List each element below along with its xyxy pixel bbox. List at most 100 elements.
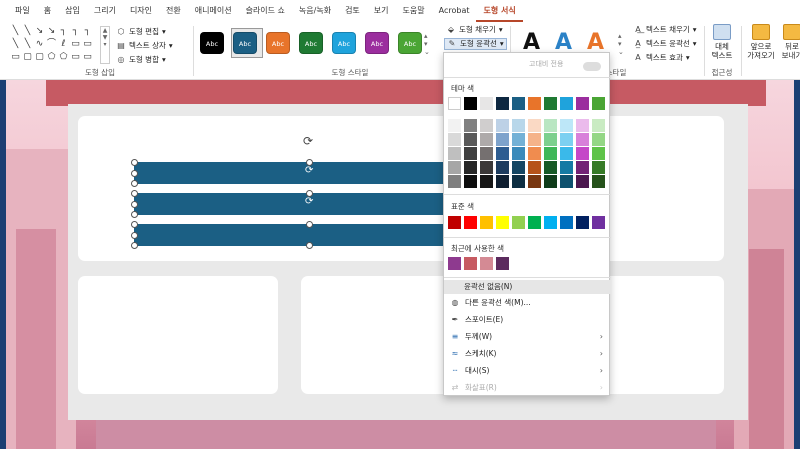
theme-tint-swatch[interactable] xyxy=(448,133,461,146)
theme-tint-swatch[interactable] xyxy=(496,119,509,132)
rectangle-shape-icon[interactable]: ▭ xyxy=(70,39,81,49)
recent-color-swatch[interactable] xyxy=(464,257,477,270)
theme-tint-swatch[interactable] xyxy=(528,147,541,160)
rectangle-shape-icon[interactable]: ▭ xyxy=(82,52,93,62)
theme-tint-swatch[interactable] xyxy=(544,175,557,188)
theme-tint-swatch[interactable] xyxy=(592,147,605,160)
line-shape-icon[interactable]: ╲ xyxy=(22,39,33,49)
rounded-rect-shape-icon[interactable]: ▢ xyxy=(34,52,45,62)
theme-tint-swatch[interactable] xyxy=(576,119,589,132)
connector-shape-icon[interactable]: ┐ xyxy=(82,26,93,36)
theme-tint-swatch[interactable] xyxy=(576,175,589,188)
resize-handle[interactable] xyxy=(131,211,138,218)
theme-tint-swatch[interactable] xyxy=(528,161,541,174)
theme-tint-swatch[interactable] xyxy=(464,161,477,174)
no-outline-item[interactable]: 윤곽선 없음(N) xyxy=(444,280,611,294)
tab-10[interactable]: 보기 xyxy=(367,0,396,22)
theme-tint-swatch[interactable] xyxy=(480,147,493,160)
shape-style-preset[interactable]: Abc xyxy=(233,32,257,54)
theme-tint-swatch[interactable] xyxy=(480,119,493,132)
bring-forward-button[interactable]: 앞으로 가져오기 xyxy=(746,24,776,60)
standard-color-swatch[interactable] xyxy=(480,216,493,229)
tab-7[interactable]: 슬라이드 쇼 xyxy=(239,0,292,22)
curve-shape-icon[interactable]: ∿ xyxy=(34,39,45,49)
dashes-item[interactable]: ┄ 대시(S) › xyxy=(450,364,605,378)
resize-handle[interactable] xyxy=(131,170,138,177)
theme-tint-swatch[interactable] xyxy=(448,175,461,188)
text-outline-button[interactable]: A̲ 텍스트 윤곽선 ▾ xyxy=(633,38,696,50)
standard-color-swatch[interactable] xyxy=(544,216,557,229)
theme-tint-swatch[interactable] xyxy=(464,147,477,160)
theme-tint-swatch[interactable] xyxy=(496,175,509,188)
recent-color-swatch[interactable] xyxy=(480,257,493,270)
standard-color-swatch[interactable] xyxy=(592,216,605,229)
resize-handle[interactable] xyxy=(131,232,138,239)
theme-tint-swatch[interactable] xyxy=(512,147,525,160)
shapes-gallery[interactable]: ╲ ╲ ↘ ↘ ┐ ┐ ┐ ╲ ╲ ∿ ⌒ ℓ ▭ ▭ ▭ ▢ ▢ ⬠ ⬠ ▭ … xyxy=(10,26,98,66)
theme-color-swatch[interactable] xyxy=(480,97,493,110)
theme-tint-swatch[interactable] xyxy=(560,133,573,146)
theme-tint-swatch[interactable] xyxy=(480,161,493,174)
tab-12[interactable]: Acrobat xyxy=(432,0,477,22)
theme-tint-swatch[interactable] xyxy=(544,147,557,160)
tab-13[interactable]: 도형 서식 xyxy=(476,0,523,22)
theme-tint-swatch[interactable] xyxy=(560,175,573,188)
arrow-shape-icon[interactable]: ↘ xyxy=(34,26,45,36)
rotate-handle-icon[interactable]: ⟳ xyxy=(305,196,313,207)
recent-color-swatch[interactable] xyxy=(448,257,461,270)
standard-color-swatch[interactable] xyxy=(576,216,589,229)
selected-bar-shape[interactable] xyxy=(134,224,446,246)
rotate-handle-icon[interactable]: ⟳ xyxy=(303,134,313,148)
rotate-handle-icon[interactable]: ⟳ xyxy=(305,165,313,176)
theme-color-swatch[interactable] xyxy=(496,97,509,110)
theme-tint-swatch[interactable] xyxy=(448,119,461,132)
arrow-shape-icon[interactable]: ↘ xyxy=(46,26,57,36)
standard-color-swatch[interactable] xyxy=(512,216,525,229)
theme-tint-swatch[interactable] xyxy=(512,133,525,146)
theme-tint-swatch[interactable] xyxy=(464,175,477,188)
theme-tint-swatch[interactable] xyxy=(544,161,557,174)
standard-color-swatch[interactable] xyxy=(560,216,573,229)
resize-handle[interactable] xyxy=(131,159,138,166)
text-effects-button[interactable]: A 텍스트 효과 ▾ xyxy=(633,52,689,64)
theme-tint-swatch[interactable] xyxy=(592,175,605,188)
theme-tint-swatch[interactable] xyxy=(448,161,461,174)
theme-tint-swatch[interactable] xyxy=(576,147,589,160)
resize-handle[interactable] xyxy=(306,221,313,228)
theme-tint-swatch[interactable] xyxy=(496,161,509,174)
tab-6[interactable]: 애니메이션 xyxy=(188,0,239,22)
weight-item[interactable]: ≡ 두께(W) › xyxy=(450,330,605,344)
theme-tint-swatch[interactable] xyxy=(544,133,557,146)
tab-3[interactable]: 그리기 xyxy=(87,0,123,22)
theme-tint-swatch[interactable] xyxy=(512,119,525,132)
shape-fill-button[interactable]: ⬙ 도형 채우기 ▾ xyxy=(446,24,503,36)
theme-tint-swatch[interactable] xyxy=(528,175,541,188)
theme-tint-swatch[interactable] xyxy=(576,133,589,146)
text-fill-button[interactable]: A͟ 텍스트 채우기 ▾ xyxy=(633,24,696,36)
connector-shape-icon[interactable]: ┐ xyxy=(70,26,81,36)
styles-gallery-more[interactable]: ▴ ▾ ⌄ xyxy=(424,32,430,62)
connector-shape-icon[interactable]: ┐ xyxy=(58,26,69,36)
theme-color-swatch[interactable] xyxy=(512,97,525,110)
standard-color-swatch[interactable] xyxy=(464,216,477,229)
rectangle-shape-icon[interactable]: ▭ xyxy=(70,52,81,62)
theme-color-swatch[interactable] xyxy=(544,97,557,110)
resize-handle[interactable] xyxy=(306,242,313,249)
theme-tint-swatch[interactable] xyxy=(464,133,477,146)
shape-style-preset[interactable]: Abc xyxy=(200,32,224,54)
tab-5[interactable]: 전환 xyxy=(159,0,188,22)
eyedropper-item[interactable]: ✒ 스포이트(E) xyxy=(450,313,605,327)
scribble-shape-icon[interactable]: ℓ xyxy=(58,39,69,49)
theme-tint-swatch[interactable] xyxy=(496,147,509,160)
resize-handle[interactable] xyxy=(131,201,138,208)
slide-canvas[interactable]: ⟳ ⟳ ⟳ xyxy=(6,80,794,449)
theme-color-swatch[interactable] xyxy=(592,97,605,110)
tab-4[interactable]: 디자인 xyxy=(123,0,159,22)
sketched-item[interactable]: ≈ 스케치(K) › xyxy=(450,347,605,361)
selected-bar-shape[interactable] xyxy=(134,193,446,215)
theme-tint-swatch[interactable] xyxy=(528,133,541,146)
theme-color-swatch[interactable] xyxy=(576,97,589,110)
standard-color-swatch[interactable] xyxy=(448,216,461,229)
theme-tint-swatch[interactable] xyxy=(496,133,509,146)
tab-8[interactable]: 녹음/녹화 xyxy=(292,0,338,22)
